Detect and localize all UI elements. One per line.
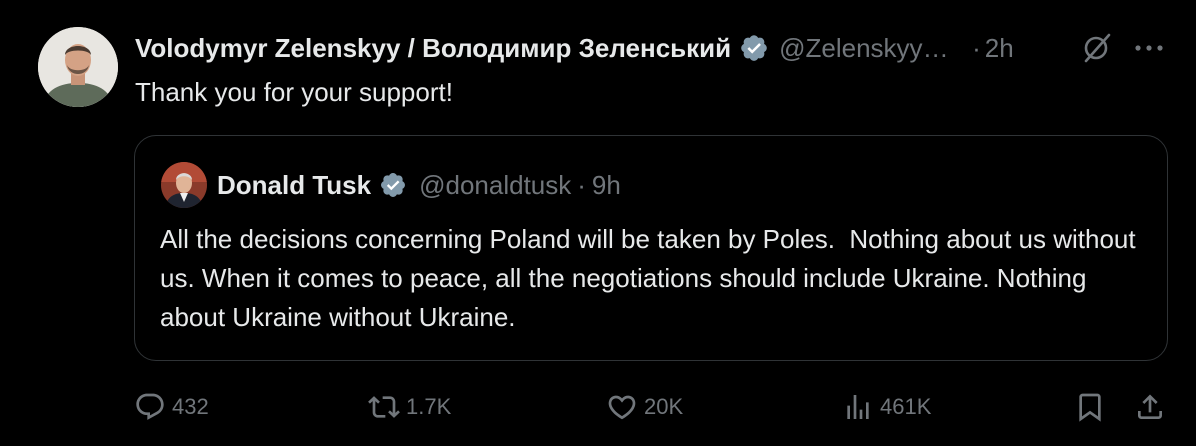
tweet-text: Thank you for your support! bbox=[135, 77, 453, 107]
retweet-count: 1.7K bbox=[406, 394, 452, 419]
tweet[interactable]: Volodymyr Zelenskyy / Володимир Зеленськ… bbox=[0, 0, 1196, 446]
quoted-tweet[interactable]: Donald Tusk @donaldtusk · 9h All the dec… bbox=[134, 135, 1168, 361]
reply-button[interactable]: 432 bbox=[134, 385, 209, 429]
separator-dot: · bbox=[972, 32, 981, 63]
bookmark-button[interactable] bbox=[1074, 385, 1106, 429]
quote-author-avatar[interactable] bbox=[161, 162, 207, 208]
author-avatar[interactable] bbox=[38, 27, 118, 107]
retweet-button[interactable]: 1.7K bbox=[368, 385, 451, 429]
tweet-header: Volodymyr Zelenskyy / Володимир Зеленськ… bbox=[135, 30, 1175, 66]
views-chart-icon bbox=[847, 395, 869, 419]
author-handle[interactable]: @ZelenskyyUa bbox=[779, 33, 954, 64]
grok-icon[interactable] bbox=[1080, 31, 1114, 65]
more-icon[interactable] bbox=[1132, 35, 1166, 61]
views-button[interactable]: 461K bbox=[842, 385, 931, 429]
quote-author-display-name[interactable]: Donald Tusk bbox=[217, 170, 371, 201]
reply-count: 432 bbox=[172, 394, 209, 419]
quote-timestamp[interactable]: 9h bbox=[592, 170, 621, 201]
author-display-name[interactable]: Volodymyr Zelenskyy / Володимир Зеленськ… bbox=[135, 33, 731, 64]
share-icon bbox=[1138, 394, 1162, 419]
views-count: 461K bbox=[880, 394, 932, 419]
share-button[interactable] bbox=[1134, 385, 1166, 429]
verified-badge-icon[interactable] bbox=[739, 33, 769, 63]
reply-icon bbox=[136, 393, 164, 420]
quote-header: Donald Tusk @donaldtusk · 9h bbox=[217, 168, 621, 202]
quote-text: All the decisions concerning Poland will… bbox=[160, 224, 1143, 332]
quote-author-handle[interactable]: @donaldtusk bbox=[419, 170, 571, 201]
verified-badge-icon[interactable] bbox=[379, 171, 407, 199]
separator-dot: · bbox=[577, 169, 586, 200]
like-count: 20K bbox=[644, 394, 684, 419]
bookmark-icon bbox=[1079, 393, 1101, 422]
heart-icon bbox=[608, 395, 636, 420]
action-bar: 432 1.7K 20K 461K bbox=[0, 385, 1196, 429]
like-button[interactable]: 20K bbox=[606, 385, 683, 429]
retweet-icon bbox=[368, 396, 400, 418]
tweet-timestamp[interactable]: 2h bbox=[985, 33, 1014, 64]
